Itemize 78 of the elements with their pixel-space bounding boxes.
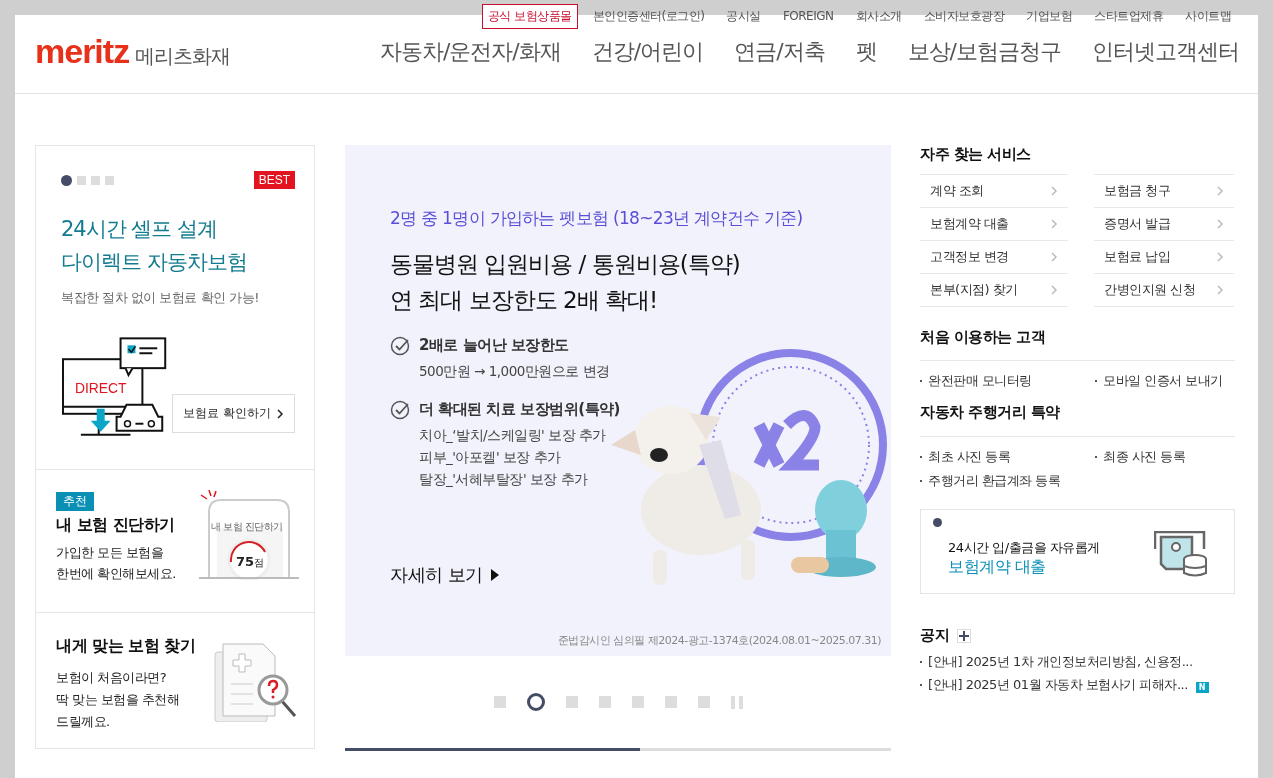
chevron-icon (277, 408, 284, 419)
utility-link[interactable]: 스타트업제휴 (1083, 7, 1174, 25)
check-circle-icon (390, 336, 410, 356)
nav-link[interactable]: 펫 (855, 36, 877, 67)
recommend-tag: 추천 (56, 492, 94, 511)
chevron-icon (1217, 219, 1224, 229)
plus-icon (959, 630, 969, 641)
service-link[interactable]: 간병인지원 신청 (1094, 273, 1234, 307)
promo-subtitle: 복잡한 절차 없이 보험료 확인 가능! (61, 289, 260, 307)
score-value: 75점 (236, 554, 265, 570)
play-arrow-icon (490, 569, 499, 581)
service-link[interactable]: 고객정보 변경 (920, 240, 1068, 273)
utility-link[interactable]: 공시실 (715, 7, 772, 25)
service-link[interactable]: 보험료 납입 (1094, 240, 1234, 273)
utility-link[interactable]: FOREIGN (771, 9, 845, 23)
nav-link[interactable]: 건강/어린이 (591, 36, 704, 67)
nav-link[interactable]: 연금/저축 (734, 36, 825, 67)
card-description: 보험이 처음이라면? 딱 맞는 보험을 추천해 드릴께요. (56, 669, 181, 731)
service-link[interactable]: 계약 조회 (920, 174, 1068, 207)
loan-text: 24시간 입/출금을 자유롭게 (948, 539, 1101, 557)
chevron-icon (1217, 285, 1224, 295)
utility-link[interactable]: 기업보험 (1015, 7, 1083, 25)
pager-dot[interactable] (526, 693, 545, 711)
utility-link[interactable]: 사이트맵 (1174, 7, 1242, 25)
service-link[interactable]: 본부(지점) 찾기 (920, 273, 1068, 307)
notice-link[interactable]: [안내] 2025년 1차 개인정보처리방침, 신용정... (920, 653, 1193, 671)
promo-title: 24시간 셀프 설계 다이렉트 자동차보험 (61, 216, 248, 276)
service-link[interactable]: 보험금 청구 (1094, 174, 1234, 207)
new-badge: N (1195, 682, 1209, 693)
chevron-icon (1051, 219, 1058, 229)
utility-link[interactable]: 본인인증센터(로그인) (581, 7, 716, 25)
feature-detail: 치아_‘발치/스케일링' 보장 추가 피부_'아포켈' 보장 추가 탈장_'서혜부탈장' 보장 추가 (419, 426, 607, 489)
utility-link[interactable]: 공식 보험상품몰 (481, 3, 578, 29)
nav-link[interactable]: 자동차/운전자/화재 (379, 36, 561, 67)
direct-car-drawing: DIRECT (61, 337, 173, 437)
text-link[interactable]: 완전판매 모니터링 (920, 372, 1095, 390)
service-link[interactable]: 보험계약 대출 (920, 207, 1068, 240)
chevron-icon (1051, 285, 1058, 295)
chevron-icon (1051, 186, 1058, 196)
chevron-icon (1217, 252, 1224, 262)
card-title[interactable]: 내게 맞는 보험 찾기 (56, 636, 196, 657)
text-link[interactable]: 최종 사진 등록 (1095, 448, 1235, 466)
banner-eyebrow: 2명 중 1명이 가입하는 펫보험 (18~23년 계약건수 기준) (390, 207, 804, 230)
check-circle-icon (390, 400, 410, 420)
nav-link[interactable]: 인터넷고객센터 (1092, 36, 1239, 67)
section-title: 자주 찾는 서비스 (920, 145, 1032, 164)
logo-wordmark[interactable]: meritz (35, 32, 130, 71)
section-title: 처음 이용하는 고객 (920, 328, 1047, 347)
utility-link[interactable]: 소비자보호광장 (912, 7, 1015, 25)
atm-cash-icon (1154, 531, 1208, 579)
pager-dot (933, 518, 942, 527)
quote-button[interactable]: 보험료 확인하기 (172, 394, 295, 433)
more-button[interactable] (957, 628, 971, 643)
loan-link[interactable]: 보험계약 대출 (948, 557, 1234, 578)
best-badge: BEST (253, 171, 295, 189)
company-name: 메리츠화재 (135, 43, 231, 70)
phone-title: 내 보험 진단하기 (211, 520, 283, 534)
card-description: 가입한 모든 보험을 한번에 확인해보세요. (56, 544, 176, 583)
text-link[interactable]: 모바일 인증서 보내기 (1095, 372, 1235, 390)
feature-title: 더 확대된 치료 보장범위(특약) (419, 400, 620, 419)
card-title[interactable]: 내 보험 진단하기 (56, 515, 176, 536)
section-title: 공지 (920, 626, 949, 645)
utility-link[interactable]: 회사소개 (844, 7, 913, 25)
service-link[interactable]: 증명서 발급 (1094, 207, 1234, 240)
nav-link[interactable]: 보상/보험금청구 (907, 36, 1061, 67)
text-link[interactable]: 최초 사진 등록 (920, 448, 1095, 466)
feature-title: 2배로 늘어난 보장한도 (419, 336, 570, 355)
pause-icon (730, 695, 743, 709)
pager-dot[interactable] (61, 174, 72, 186)
details-link[interactable]: 자세히 보기 (390, 563, 499, 587)
chevron-icon (1051, 252, 1058, 262)
section-title: 자동차 주행거리 특약 (920, 403, 1061, 422)
text-link[interactable]: 주행거리 환급계좌 등록 (920, 472, 1095, 490)
disclaimer-text: 준법감시인 심의필 제2024-광고-1374호(2024.08.01~2025.07.31) (557, 633, 881, 648)
notice-link[interactable]: [안내] 2025년 01월 자동차 보험사기 피해자... (920, 676, 1188, 694)
chevron-icon (1217, 186, 1224, 196)
feature-detail: 500만원 → 1,000만원으로 변경 (419, 362, 610, 381)
banner-headline: 동물병원 입원비용 / 통원비용(특약) 연 최대 보장한도 2배 확대! (390, 250, 741, 315)
